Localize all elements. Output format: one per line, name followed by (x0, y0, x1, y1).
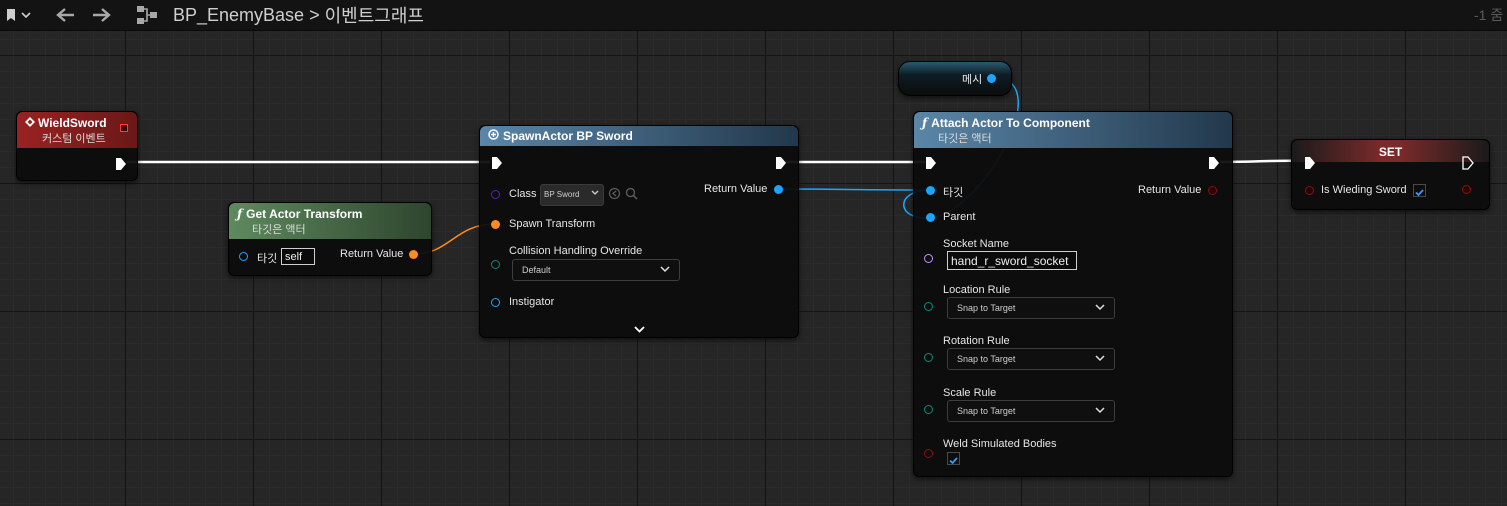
class-dropdown[interactable]: BP Sword (540, 184, 604, 206)
return-value-label: Return Value (340, 248, 404, 260)
browse-search-icon[interactable] (625, 187, 638, 205)
chevron-down-icon (591, 190, 599, 195)
set-variable-node[interactable]: SET Is Wieding Sword (1291, 139, 1490, 210)
spawnactor-node[interactable]: SpawnActor BP Sword Class BP Sword Retur… (479, 125, 799, 338)
exec-in-pin[interactable] (925, 156, 937, 170)
target-label: 타깃 (943, 187, 964, 199)
node-title: ƒ Get Actor Transform (237, 207, 363, 221)
target-pin[interactable] (239, 252, 248, 261)
rotation-rule-dropdown[interactable]: Snap to Target (947, 348, 1115, 370)
return-value-pin[interactable] (774, 185, 783, 194)
chevron-down-icon (660, 266, 670, 273)
is-wieding-sword-checkbox[interactable] (1413, 184, 1426, 197)
return-value-label: Return Value (704, 183, 768, 195)
node-subtitle: 커스텀 이벤트 (42, 133, 106, 145)
location-rule-pin[interactable] (924, 302, 933, 311)
weld-pin[interactable] (924, 449, 933, 458)
target-label: 타깃 (257, 253, 278, 265)
node-subtitle: 타깃은 액터 (252, 224, 306, 236)
mesh-label: 메시 (962, 74, 983, 86)
rotation-rule-label: Rotation Rule (943, 335, 1010, 347)
node-title: SET (1378, 145, 1403, 159)
mesh-out-pin[interactable] (987, 74, 996, 83)
return-value-pin[interactable] (1208, 186, 1217, 195)
function-icon: ƒ (922, 116, 928, 130)
function-icon: ƒ (237, 207, 243, 221)
node-header: ƒ Get Actor Transform 타깃은 액터 (229, 203, 431, 239)
spawn-icon (488, 129, 499, 143)
chevron-down-icon (1095, 355, 1105, 362)
use-selected-icon[interactable] (608, 187, 621, 205)
scale-rule-label: Scale Rule (943, 387, 997, 399)
scale-rule-dropdown[interactable]: Snap to Target (947, 400, 1115, 422)
location-rule-dropdown[interactable]: Snap to Target (947, 297, 1115, 319)
check-icon (949, 457, 958, 465)
instigator-label: Instigator (509, 296, 555, 308)
target-self-field[interactable]: self (281, 248, 315, 265)
bool-in-pin[interactable] (1305, 186, 1314, 195)
parent-pin[interactable] (926, 213, 935, 222)
node-subtitle: 타깃은 액터 (938, 133, 992, 145)
weld-simulated-bodies-label: Weld Simulated Bodies (943, 438, 1057, 450)
collision-dropdown[interactable]: Default (512, 259, 680, 281)
collision-pin[interactable] (491, 260, 500, 269)
attach-actor-node[interactable]: ƒ Attach Actor To Component 타깃은 액터 타깃 Ret… (913, 111, 1233, 477)
location-rule-label: Location Rule (943, 284, 1011, 296)
instigator-pin[interactable] (491, 298, 500, 307)
socket-name-label: Socket Name (943, 238, 1010, 250)
node-title: SpawnActor BP Sword (488, 129, 798, 143)
event-diamond-icon (25, 116, 35, 130)
chevron-down-icon (1095, 407, 1105, 414)
node-header: WieldSword 커스텀 이벤트 (17, 112, 137, 148)
mesh-variable-node[interactable]: 메시 (898, 61, 1012, 96)
exec-out-pin[interactable] (115, 157, 127, 171)
exec-in-pin[interactable] (1304, 156, 1316, 170)
bool-out-pin[interactable] (1462, 185, 1471, 194)
actor-wire (777, 188, 931, 191)
exec-out-pin[interactable] (1208, 156, 1220, 170)
node-title: ƒ Attach Actor To Component (922, 116, 1090, 130)
delegate-pin[interactable] (120, 124, 128, 132)
target-pin[interactable] (926, 186, 935, 195)
spawn-transform-pin[interactable] (491, 220, 500, 229)
class-label: Class (509, 188, 537, 200)
get-actor-transform-node[interactable]: ƒ Get Actor Transform 타깃은 액터 타깃 self Retu… (228, 202, 432, 276)
wieldsword-event-node[interactable]: WieldSword 커스텀 이벤트 (16, 111, 138, 181)
is-wieding-sword-label: Is Wieding Sword (1321, 184, 1407, 196)
spawn-transform-label: Spawn Transform (509, 218, 596, 230)
weld-checkbox[interactable] (947, 452, 960, 465)
chevron-down-icon (1095, 304, 1105, 311)
socket-name-pin[interactable] (924, 254, 933, 263)
rotation-rule-pin[interactable] (924, 353, 933, 362)
return-value-label: Return Value (1138, 184, 1202, 196)
collision-label: Collision Handling Override (509, 245, 643, 257)
node-header: SET (1292, 140, 1489, 162)
node-header: SpawnActor BP Sword (480, 126, 798, 146)
exec-in-pin[interactable] (491, 156, 503, 170)
class-pin[interactable] (491, 190, 500, 199)
scale-rule-pin[interactable] (924, 405, 933, 414)
exec-out-pin[interactable] (775, 156, 787, 170)
expand-advanced-icon[interactable] (634, 321, 645, 339)
return-value-pin[interactable] (409, 250, 418, 259)
parent-label: Parent (943, 211, 976, 223)
check-icon (1415, 189, 1424, 197)
node-header: ƒ Attach Actor To Component 타깃은 액터 (914, 112, 1232, 148)
socket-name-field[interactable]: hand_r_sword_socket (947, 251, 1077, 270)
exec-out-pin[interactable] (1462, 156, 1474, 170)
